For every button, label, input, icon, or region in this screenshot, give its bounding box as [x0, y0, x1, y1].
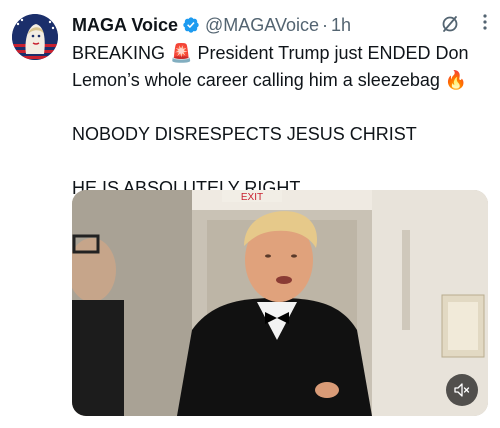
- more-dots-icon[interactable]: [482, 13, 488, 34]
- mute-button[interactable]: [446, 374, 478, 406]
- tweet-text: BREAKING 🚨 President Trump just ENDED Do…: [72, 40, 492, 202]
- speaker-muted-icon: [454, 383, 470, 397]
- tweet-text-line: BREAKING 🚨 President Trump just ENDED Do…: [72, 43, 469, 63]
- tweet-header: MAGA Voice @MAGAVoice · 1h: [72, 12, 488, 38]
- grok-icon[interactable]: [440, 14, 460, 34]
- video-player[interactable]: EXIT: [72, 190, 488, 416]
- tweet-text-line: Lemon’s whole career calling him a sleez…: [72, 70, 468, 90]
- separator-dot: ·: [322, 14, 328, 35]
- verified-badge-icon[interactable]: [182, 16, 200, 34]
- avatar[interactable]: [12, 14, 58, 60]
- exit-sign: EXIT: [241, 192, 263, 203]
- avatar-image: [12, 14, 58, 60]
- header-actions: [440, 13, 488, 34]
- tweet-text-line: NOBODY DISRESPECTS JESUS CHRIST: [72, 124, 417, 144]
- video-frame: EXIT: [72, 190, 488, 416]
- author-name[interactable]: MAGA Voice: [72, 15, 178, 36]
- author-handle[interactable]: @MAGAVoice: [205, 15, 319, 36]
- post-time[interactable]: 1h: [331, 15, 351, 36]
